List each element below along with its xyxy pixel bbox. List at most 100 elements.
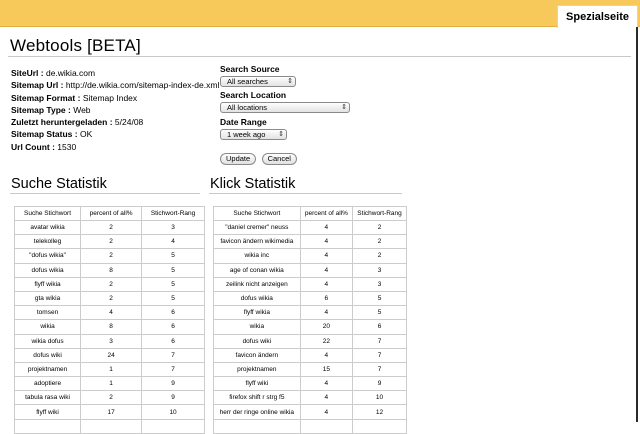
- rank-cell: 6: [141, 333, 205, 349]
- rank-cell: 5: [141, 262, 205, 278]
- percent-cell: 4: [80, 305, 143, 321]
- percent-cell: 24: [80, 347, 143, 363]
- table-row: dofus wikia 6 5: [213, 290, 407, 307]
- rank-cell: [141, 418, 205, 434]
- percent-cell: 1: [80, 361, 143, 378]
- keyword-cell: "daniel cremer" neuss: [213, 219, 301, 236]
- rank-cell: 10: [352, 390, 407, 406]
- info-label: Sitemap Url :: [11, 80, 64, 91]
- top-bar: Spezialseite: [0, 0, 640, 28]
- table-row: gta wikia 2 5: [13, 290, 205, 307]
- keyword-cell: flyff wikia: [13, 276, 82, 292]
- info-label: Url Count :: [11, 141, 55, 152]
- rank-cell: 9: [352, 376, 407, 392]
- select-arrows-icon: ⇕: [341, 104, 347, 111]
- search-source-select[interactable]: All searches ⇕: [220, 76, 296, 87]
- percent-cell: 4: [299, 305, 354, 321]
- info-label: Sitemap Type :: [11, 104, 71, 115]
- table-row: wikia inc 4 2: [213, 248, 407, 264]
- table-row: favicon ändern 4 7: [213, 347, 407, 363]
- percent-cell: 2: [80, 290, 143, 307]
- keyword-cell: avatar wikia: [13, 219, 82, 236]
- date-range-select[interactable]: 1 week ago ⇕: [220, 129, 287, 140]
- column-header: percent of all%: [80, 206, 143, 221]
- column-header: Stichwort-Rang: [141, 206, 205, 221]
- percent-cell: 2: [80, 248, 143, 264]
- percent-cell: 2: [80, 234, 143, 250]
- suche-statistik-title: Suche Statistik: [11, 176, 107, 192]
- table-row: avatar wikia 2 3: [13, 219, 205, 236]
- table-header-row: Suche Stichwort percent of all% Stichwor…: [213, 206, 407, 221]
- keyword-cell: age of conan wikia: [213, 262, 301, 278]
- suche-table-body: avatar wikia 2 3 telekolleg 2 4 "dofus wikia" 2…: [13, 219, 205, 434]
- search-location-label: Search Location: [220, 90, 287, 100]
- table-row: age of conan wikia 4 3: [213, 262, 407, 278]
- info-last-download: Zuletzt heruntergeladen : 5/24/08: [11, 116, 219, 128]
- rank-cell: 5: [141, 290, 205, 307]
- percent-cell: 8: [80, 319, 143, 335]
- percent-cell: 4: [299, 390, 354, 406]
- select-arrows-icon: ⇕: [278, 131, 284, 138]
- info-value: OK: [79, 129, 93, 140]
- info-sitemap-url: Sitemap Url : http://de.wikia.com/sitema…: [11, 79, 219, 91]
- percent-cell: 4: [299, 404, 354, 420]
- cancel-button[interactable]: Cancel: [261, 153, 297, 165]
- table-row: favicon ändern wikimedia 4 2: [213, 234, 407, 250]
- search-location-select[interactable]: All locations ⇕: [220, 102, 350, 113]
- rank-cell: 2: [352, 219, 407, 236]
- keyword-cell: adoptiere: [13, 376, 82, 392]
- search-source-label: Search Source: [220, 64, 280, 74]
- keyword-cell: firefox shift r strg f5: [213, 390, 301, 406]
- select-arrows-icon: ⇕: [287, 78, 293, 85]
- percent-cell: 4: [299, 262, 354, 278]
- klick-stats-table: Suche Stichwort percent of all% Stichwor…: [213, 206, 407, 434]
- rank-cell: 9: [141, 390, 205, 406]
- percent-cell: 2: [80, 276, 143, 292]
- rank-cell: 12: [352, 404, 407, 420]
- keyword-cell: favicon ändern: [213, 347, 301, 363]
- info-label: SiteUrl :: [11, 68, 44, 78]
- table-row: flyff wiki 17 10: [13, 404, 205, 420]
- percent-cell: 4: [299, 276, 354, 292]
- keyword-cell: tabula rasa wiki: [13, 390, 82, 406]
- page-title: Webtools [BETA]: [10, 36, 141, 55]
- percent-cell: 4: [299, 234, 354, 250]
- rank-cell: 5: [352, 305, 407, 321]
- rank-cell: 4: [141, 234, 205, 250]
- rank-cell: 6: [352, 319, 407, 335]
- rank-cell: 2: [352, 234, 407, 250]
- table-row: herr der ringe online wikia 4 12: [213, 404, 407, 420]
- keyword-cell: dofus wikia: [13, 262, 82, 278]
- info-value: http://de.wikia.com/sitemap-index-de.xml: [65, 80, 220, 91]
- table-row: projektnamen 1 7: [13, 361, 205, 378]
- column-header: Suche Stichwort: [13, 206, 82, 221]
- info-label: Sitemap Format :: [11, 92, 81, 103]
- percent-cell: 2: [80, 219, 143, 236]
- keyword-cell: wikia: [13, 319, 82, 335]
- info-value: Web: [73, 104, 91, 115]
- keyword-cell: zeilink nicht anzeigen: [213, 276, 301, 292]
- keyword-cell: wikia inc: [213, 248, 301, 264]
- column-header: Suche Stichwort: [213, 206, 301, 221]
- keyword-cell: favicon ändern wikimedia: [213, 234, 301, 250]
- percent-cell: 8: [80, 262, 143, 278]
- table-row: "dofus wikia" 2 5: [13, 248, 205, 264]
- keyword-cell: tomsen: [13, 305, 82, 321]
- table-row: wikia 20 6: [213, 319, 407, 335]
- info-sitemap-type: Sitemap Type : Web: [11, 104, 219, 116]
- info-value: Sitemap Index: [82, 92, 138, 103]
- percent-cell: 4: [299, 376, 354, 392]
- table-row: tomsen 4 6: [13, 305, 205, 321]
- keyword-cell: [213, 418, 301, 434]
- update-button[interactable]: Update: [220, 153, 257, 165]
- keyword-cell: dofus wiki: [13, 347, 82, 363]
- keyword-cell: wikia: [213, 319, 301, 335]
- column-header: percent of all%: [299, 206, 354, 221]
- percent-cell: 6: [299, 290, 354, 307]
- keyword-cell: gta wikia: [13, 290, 82, 307]
- suche-stats-table: Suche Stichwort percent of all% Stichwor…: [13, 206, 205, 434]
- table-row: projektnamen 15 7: [213, 361, 407, 378]
- tab-spezialseite[interactable]: Spezialseite: [557, 5, 638, 28]
- percent-cell: 4: [299, 347, 354, 363]
- date-range-label: Date Range: [220, 117, 267, 127]
